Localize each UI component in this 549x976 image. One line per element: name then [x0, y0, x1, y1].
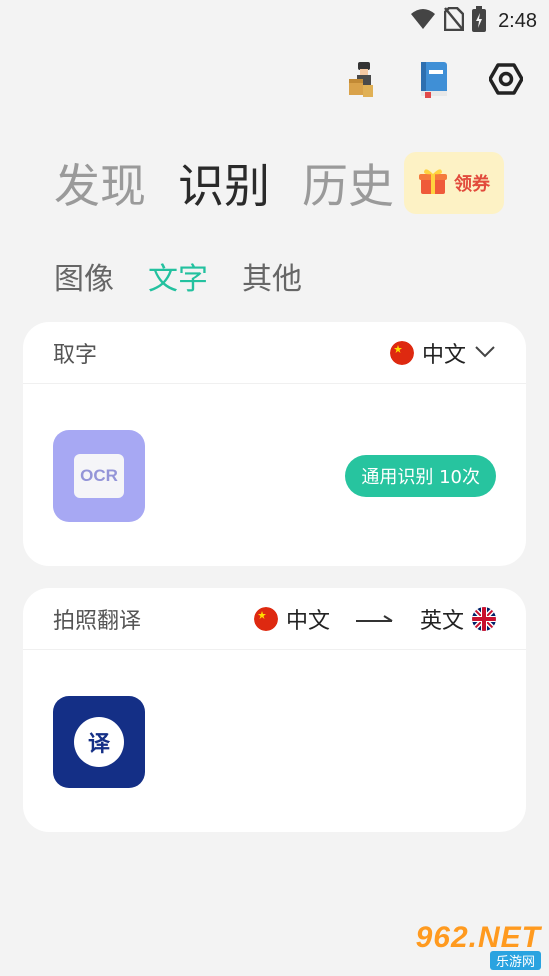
translate-tile-label: 译 — [74, 717, 124, 767]
ocr-card-header: 取字 中文 — [23, 322, 526, 384]
translate-card-title: 拍照翻译 — [53, 608, 142, 634]
source-language-label: 中文 — [285, 608, 330, 634]
translate-tool-button[interactable]: 译 — [53, 696, 145, 788]
delivery-person-button[interactable] — [341, 60, 383, 102]
no-sim-icon — [443, 6, 465, 35]
translate-card-header: 拍照翻译 中文 英文 — [23, 588, 526, 650]
watermark-top: 962.NET — [415, 921, 541, 954]
tab-discover[interactable]: 发现 — [54, 150, 146, 216]
china-flag-icon — [389, 340, 414, 365]
subtab-text[interactable]: 文字 — [148, 254, 208, 298]
status-bar: 2:48 — [0, 0, 549, 38]
ocr-tool-button[interactable]: OCR — [53, 430, 145, 522]
status-icons: 2:48 — [410, 6, 537, 36]
china-flag-icon — [253, 606, 278, 631]
subtab-image[interactable]: 图像 — [54, 254, 114, 298]
settings-button[interactable] — [485, 60, 527, 102]
ocr-tile-label: OCR — [74, 454, 124, 498]
usage-text: 通用识别 10次 — [361, 467, 480, 488]
translate-language-selector[interactable]: 中文 英文 — [253, 603, 496, 635]
gift-icon — [418, 166, 448, 200]
chevron-down-icon — [474, 340, 496, 365]
sub-tabs: 图像 文字 其他 — [54, 254, 336, 298]
ocr-card-title: 取字 — [53, 342, 98, 368]
target-language-label: 英文 — [419, 608, 464, 634]
coupon-button[interactable]: 领券 — [404, 152, 504, 214]
watermark-bottom: 乐游网 — [489, 951, 541, 970]
translate-card: 拍照翻译 中文 英文 译 — [23, 588, 526, 832]
ocr-language-selector[interactable]: 中文 — [389, 337, 496, 369]
watermark-logo: 962.NET 乐游网 — [416, 921, 541, 970]
delivery-person-icon — [347, 60, 377, 102]
ocr-language-label: 中文 — [421, 342, 466, 368]
tab-recognize[interactable]: 识别 — [178, 150, 270, 216]
battery-icon — [472, 6, 487, 36]
main-tabs: 发现 识别 历史 — [54, 150, 426, 216]
uk-flag-icon — [472, 606, 496, 631]
book-icon — [419, 60, 449, 102]
wifi-icon — [410, 8, 436, 34]
book-button[interactable] — [413, 60, 455, 102]
tab-history[interactable]: 历史 — [302, 150, 394, 216]
arrow-right-icon — [355, 606, 394, 631]
usage-badge[interactable]: 通用识别 10次 — [345, 455, 496, 497]
top-actions — [341, 60, 527, 102]
coupon-label: 领券 — [454, 174, 490, 195]
settings-hexagon-icon — [488, 62, 524, 100]
ocr-card: 取字 中文 OCR 通用识别 10次 — [23, 322, 526, 566]
status-time: 2:48 — [498, 9, 537, 32]
subtab-other[interactable]: 其他 — [242, 254, 302, 298]
